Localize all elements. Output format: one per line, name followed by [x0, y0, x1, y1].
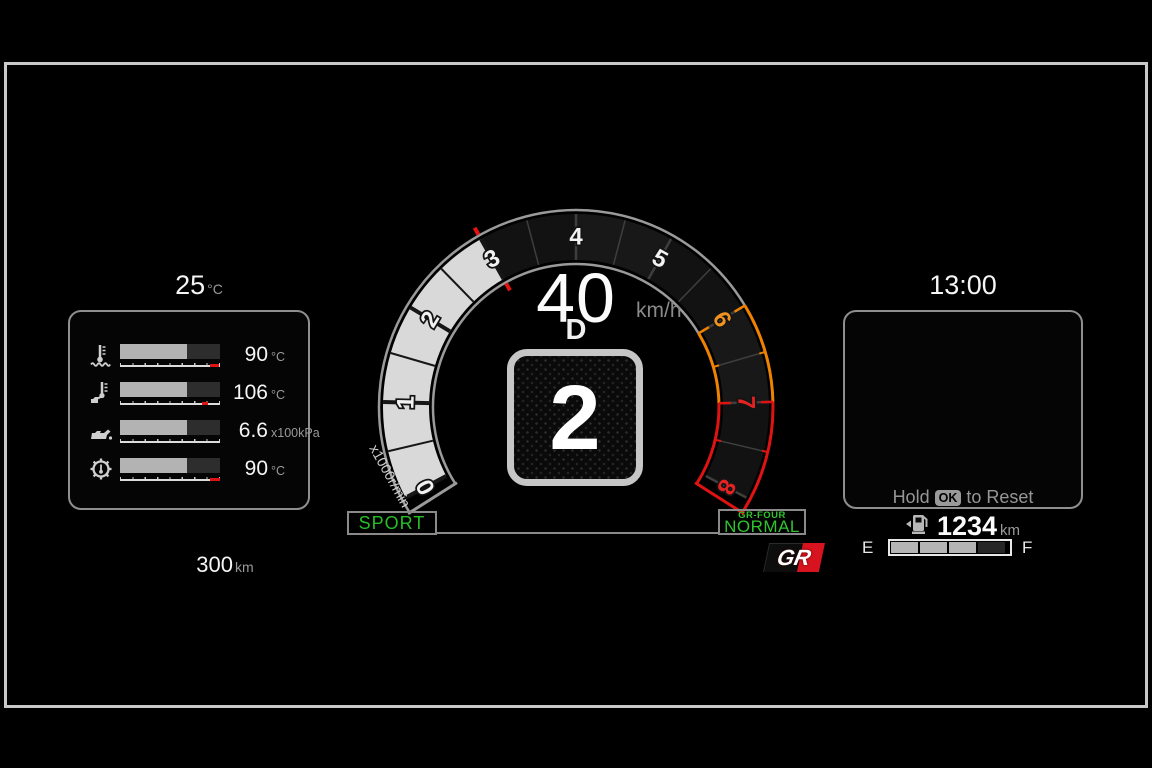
fuel-segment	[891, 542, 918, 553]
clock: 13:00	[843, 270, 1083, 301]
ok-button-glyph: OK	[935, 490, 962, 506]
oil-pressure-icon	[86, 418, 116, 444]
transmission-temp-bar	[120, 458, 220, 473]
fuel-range-row: 1234 km	[843, 511, 1083, 542]
gr-logo: GR	[763, 543, 825, 572]
oil-pressure-scale	[120, 437, 220, 443]
fuel-range-unit: km	[1000, 522, 1020, 539]
oil-temp-scale	[120, 399, 220, 405]
fuel-range-value: 1234	[937, 511, 997, 542]
reset-hint: Hold OK to Reset	[843, 487, 1083, 508]
badge-connector-line	[435, 532, 718, 534]
transmission-temp-row: 90°C	[86, 450, 298, 488]
shift-position: D	[536, 314, 616, 347]
outside-temperature-unit: °C	[207, 281, 223, 297]
g-meter-panel	[843, 310, 1083, 509]
oil-pressure-unit: x100kPa	[268, 426, 325, 440]
outside-temperature-value: 25	[175, 270, 205, 300]
gear-number: 2	[549, 372, 600, 464]
clock-time: 13:00	[929, 270, 997, 300]
gr-four-mode: NORMAL	[724, 520, 800, 534]
svg-text:1: 1	[392, 396, 419, 410]
oil-temp-value: 106	[222, 381, 268, 405]
oil-pressure-row: 6.6x100kPa	[86, 412, 298, 450]
transmission-temp-icon	[86, 456, 116, 482]
fuel-empty-label: E	[862, 538, 873, 558]
fuel-full-label: F	[1022, 538, 1032, 558]
coolant-temp-unit: °C	[268, 350, 325, 364]
oil-temp-unit: °C	[268, 388, 325, 402]
transmission-temp-unit: °C	[268, 464, 325, 478]
driving-range-unit: km	[235, 559, 254, 575]
gr-four-badge: GR-FOUR NORMAL	[718, 509, 806, 535]
transmission-temp-scale	[120, 475, 220, 481]
coolant-temp-bar	[120, 344, 220, 359]
outside-temperature: 25°C	[69, 270, 329, 301]
coolant-temp-scale	[120, 361, 220, 367]
driving-range-value: 300	[196, 552, 233, 577]
fuel-pump-icon	[906, 513, 931, 540]
gr-logo-text: GR	[763, 543, 825, 572]
fuel-segment	[920, 542, 947, 553]
speed-unit: km/h	[636, 299, 682, 323]
vitals-rows: 90°C 106°C	[86, 336, 298, 488]
oil-temp-bar	[120, 382, 220, 397]
gear-indicator-box: 2	[507, 349, 643, 486]
fuel-segment	[978, 542, 1005, 553]
oil-temp-row: 106°C	[86, 374, 298, 412]
instrument-cluster: 012345678x1000r/minLEFTRIGHTBRAKEACCELER…	[0, 0, 1152, 768]
driving-range: 300km	[120, 552, 330, 578]
oil-pressure-bar	[120, 420, 220, 435]
fuel-segment	[949, 542, 976, 553]
svg-text:4: 4	[569, 224, 583, 251]
drive-mode-label: SPORT	[359, 513, 426, 534]
fuel-gauge	[888, 539, 1012, 556]
coolant-temp-icon	[86, 342, 116, 368]
oil-temp-icon	[86, 380, 116, 406]
svg-text:7: 7	[732, 396, 759, 410]
vehicle-vitals-panel: 90°C 106°C	[68, 310, 310, 510]
coolant-temp-row: 90°C	[86, 336, 298, 374]
transmission-temp-value: 90	[222, 457, 268, 481]
coolant-temp-value: 90	[222, 343, 268, 367]
drive-mode-badge: SPORT	[347, 511, 437, 535]
oil-pressure-value: 6.6	[222, 419, 268, 443]
